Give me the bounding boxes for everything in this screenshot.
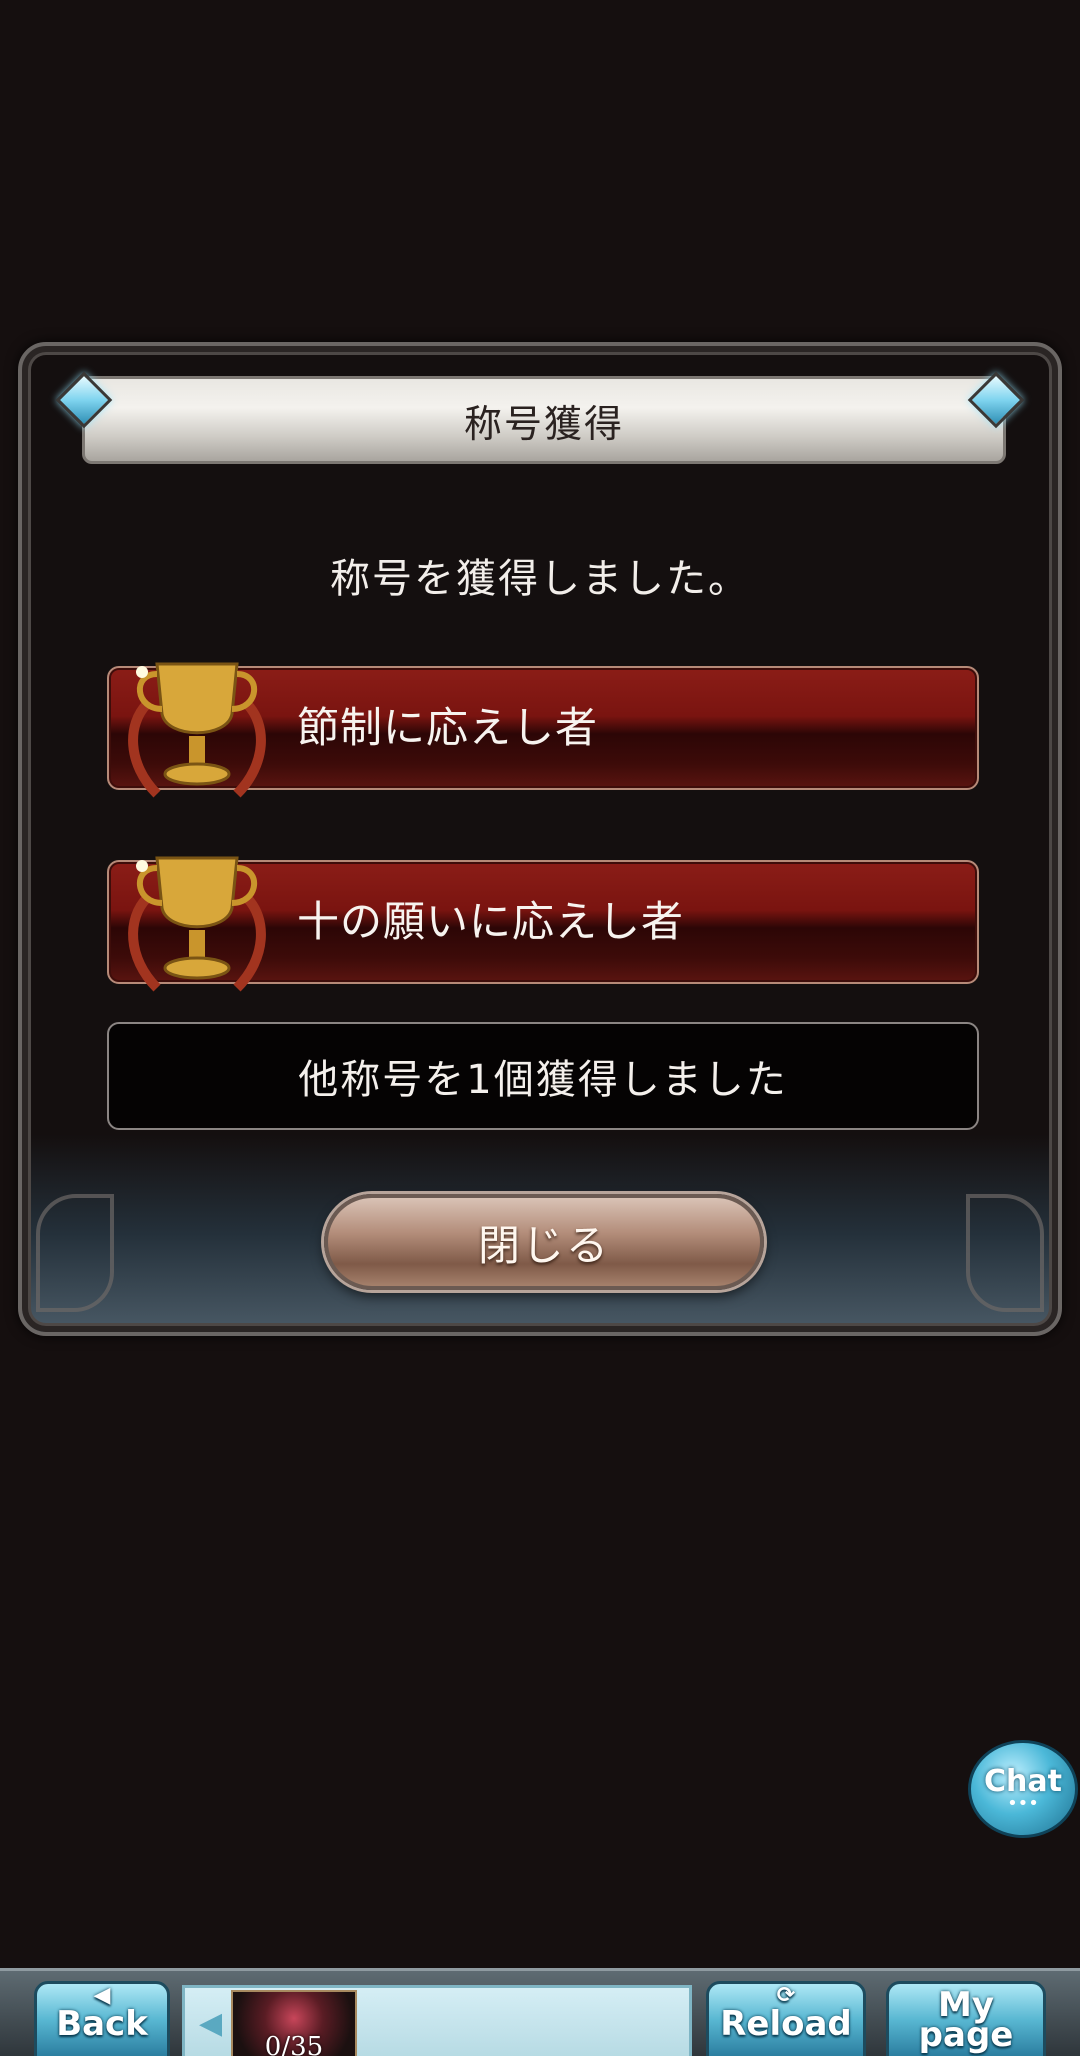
banner-slot[interactable]: ◀ 0/35 bbox=[182, 1985, 692, 2056]
title-item-label: 節制に応えし者 bbox=[297, 703, 599, 752]
acquired-message: 称号を獲得しました。 bbox=[330, 556, 750, 602]
left-arrow-icon[interactable]: ◀ bbox=[199, 2006, 222, 2041]
mypage-button[interactable]: My page bbox=[886, 1981, 1046, 2056]
reload-button[interactable]: ⟳ Reload bbox=[706, 1981, 866, 2056]
dialog-title: 称号獲得 bbox=[463, 401, 624, 446]
close-button[interactable]: 閉じる bbox=[324, 1194, 764, 1290]
dialog-title-banner: 称号獲得 bbox=[82, 376, 1006, 464]
title-item: 節制に応えし者 bbox=[107, 662, 979, 798]
mypage-label-line2: page bbox=[918, 2015, 1014, 2055]
chat-button[interactable]: Chat ••• bbox=[968, 1740, 1078, 1838]
corner-ornament bbox=[966, 1194, 1044, 1312]
trophy-icon bbox=[128, 856, 266, 992]
banner-count: 0/35 bbox=[264, 2032, 324, 2056]
corner-ornament bbox=[36, 1194, 114, 1312]
banner-thumbnail[interactable]: 0/35 bbox=[231, 1990, 357, 2056]
back-label: Back bbox=[56, 2004, 148, 2044]
other-titles-box: 他称号を1個獲得しました bbox=[107, 1022, 979, 1130]
title-item: 十の願いに応えし者 bbox=[107, 856, 979, 992]
other-titles-text: 他称号を1個獲得しました bbox=[298, 1057, 788, 1103]
back-button[interactable]: ◀ Back bbox=[34, 1981, 170, 2056]
title-acquired-dialog: 称号獲得 称号を獲得しました。 節制に応えし者 十の願いに応えし者 他称号を1個… bbox=[18, 342, 1062, 1336]
chat-dots: ••• bbox=[1007, 1793, 1039, 1814]
trophy-icon bbox=[128, 662, 266, 798]
screen: 称号獲得 称号を獲得しました。 節制に応えし者 十の願いに応えし者 他称号を1個… bbox=[0, 0, 1080, 2056]
close-button-label: 閉じる bbox=[477, 1220, 610, 1270]
title-item-label: 十の願いに応えし者 bbox=[297, 897, 685, 946]
bottom-navigation: ◀ Back ◀ 0/35 ⟳ Reload My page bbox=[0, 1968, 1080, 2056]
reload-label: Reload bbox=[720, 2004, 852, 2044]
